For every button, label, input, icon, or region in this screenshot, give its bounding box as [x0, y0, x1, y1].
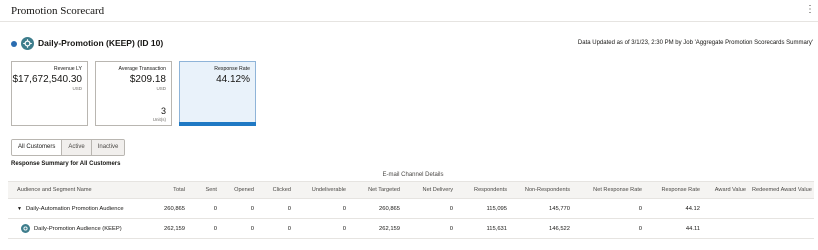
table-cell: 262,159: [148, 218, 188, 239]
section-title: Response Summary for All Customers: [11, 161, 121, 167]
promotion-title: Daily-Promotion (KEEP) (ID 10): [38, 38, 164, 48]
card-label: Average Transaction: [118, 66, 167, 72]
table-row[interactable]: Daily-Promotion Audience (KEEP) 262,159 …: [8, 218, 814, 239]
table-cell: 146,522: [510, 218, 573, 239]
table-cell: 0: [294, 198, 349, 219]
table-cell: 0: [257, 218, 294, 239]
table-cell: 44.11: [645, 218, 703, 239]
column-header[interactable]: Redeemed Award Value: [749, 181, 814, 199]
audience-name: Daily-Automation Promotion Audience: [25, 205, 124, 212]
selected-card-indicator: [179, 122, 256, 126]
column-header[interactable]: Non-Respondents: [510, 181, 573, 199]
card-value: $17,672,540.30: [12, 74, 82, 85]
table-cell: 115,631: [456, 218, 510, 239]
table-cell: 44.12: [645, 198, 703, 219]
filter-inactive-button[interactable]: Inactive: [91, 140, 125, 155]
table-header-row: Audience and Segment Name Total Sent Ope…: [8, 181, 814, 199]
status-dot: [11, 41, 17, 47]
audience-name-cell[interactable]: ▼ Daily-Automation Promotion Audience: [8, 198, 148, 219]
table-cell: 0: [220, 218, 257, 239]
title-bar: Promotion Scorecard ⋮: [0, 0, 818, 22]
table-cell: [749, 218, 814, 239]
column-group-header: E-mail Channel Details: [382, 172, 444, 178]
column-header[interactable]: Sent: [188, 181, 220, 199]
average-transaction-card[interactable]: Average Transaction $209.18 USD 3 Unit(s…: [95, 61, 172, 126]
count-unit: Unit(s): [152, 117, 166, 122]
kebab-menu-icon[interactable]: ⋮: [805, 3, 815, 17]
filter-all-customers-button[interactable]: All Customers: [12, 140, 63, 155]
table-cell: 260,865: [148, 198, 188, 219]
table-cell: 0: [403, 198, 456, 219]
audience-name-cell[interactable]: Daily-Promotion Audience (KEEP): [8, 218, 148, 239]
table-cell: 262,159: [349, 218, 403, 239]
card-label: Revenue LY: [53, 66, 82, 72]
column-header[interactable]: Undeliverable: [294, 181, 349, 199]
card-value: $209.18: [129, 74, 166, 85]
table-cell: 145,770: [510, 198, 573, 219]
table-cell: 0: [573, 218, 645, 239]
response-rate-card[interactable]: Response Rate 44.12%: [179, 61, 256, 126]
table-cell: 0: [294, 218, 349, 239]
column-header[interactable]: Total: [148, 181, 188, 199]
card-label: Response Rate: [214, 66, 250, 72]
table-cell: 0: [188, 218, 220, 239]
column-header[interactable]: Opened: [220, 181, 257, 199]
table-cell: 0: [403, 218, 456, 239]
promotion-icon: [21, 37, 34, 50]
card-value: 44.12%: [216, 74, 250, 85]
column-header[interactable]: Net Response Rate: [573, 181, 645, 199]
column-header[interactable]: Net Delivery: [403, 181, 456, 199]
table-cell: 0: [257, 198, 294, 219]
data-updated-text: Data Updated as of 3/1/23, 2:30 PM by Jo…: [577, 40, 813, 46]
page-title: Promotion Scorecard: [11, 5, 105, 17]
table-cell: [749, 198, 814, 219]
card-unit: USD: [72, 86, 82, 91]
audience-icon: [21, 224, 30, 233]
collapse-caret-icon[interactable]: ▼: [17, 206, 22, 212]
response-summary-table: Audience and Segment Name Total Sent Ope…: [8, 181, 814, 239]
table-cell: 0: [220, 198, 257, 219]
table-cell: [703, 218, 749, 239]
column-header[interactable]: Audience and Segment Name: [8, 181, 148, 199]
column-header[interactable]: Respondents: [456, 181, 510, 199]
table-cell: [703, 198, 749, 219]
table-cell: 115,095: [456, 198, 510, 219]
unit-count: 3 Unit(s): [153, 104, 166, 122]
column-header[interactable]: Award Value: [703, 181, 749, 199]
table-cell: 0: [573, 198, 645, 219]
customer-filter-group: All Customers Active Inactive: [11, 139, 126, 156]
column-header[interactable]: Net Targeted: [349, 181, 403, 199]
column-header[interactable]: Clicked: [257, 181, 294, 199]
table-cell: 0: [188, 198, 220, 219]
count-value: 3: [160, 106, 166, 116]
card-unit: USD: [156, 86, 166, 91]
revenue-ly-card[interactable]: Revenue LY $17,672,540.30 USD: [11, 61, 88, 126]
filter-active-button[interactable]: Active: [62, 140, 92, 155]
table-row[interactable]: ▼ Daily-Automation Promotion Audience 260…: [8, 198, 814, 219]
audience-name: Daily-Promotion Audience (KEEP): [34, 226, 122, 233]
table-cell: 260,865: [349, 198, 403, 219]
column-header[interactable]: Response Rate: [645, 181, 703, 199]
promotion-header: Daily-Promotion (KEEP) (ID 10) Data Upda…: [0, 36, 818, 52]
